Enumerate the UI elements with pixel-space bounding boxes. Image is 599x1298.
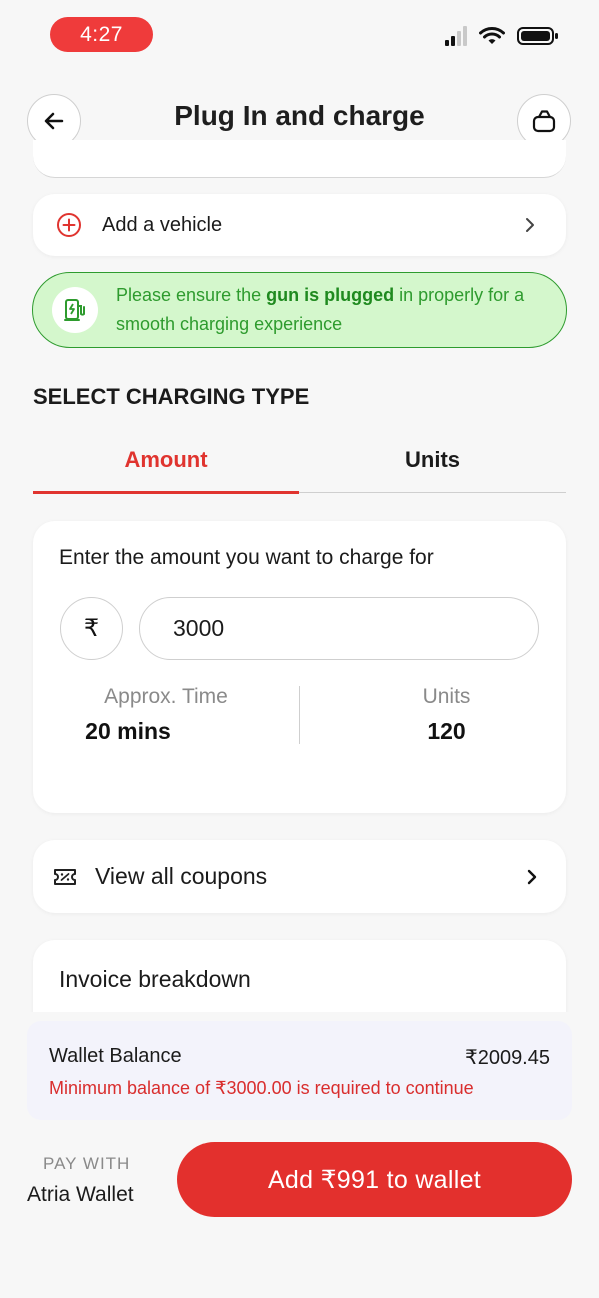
page-title: Plug In and charge — [174, 100, 425, 131]
pay-with-label: PAY WITH — [43, 1154, 131, 1173]
add-vehicle-row[interactable]: Add a vehicle — [33, 194, 566, 256]
chevron-right-icon — [527, 869, 537, 884]
amount-input[interactable] — [139, 597, 539, 660]
tab-active-indicator — [33, 491, 299, 494]
charger-plug-icon — [52, 287, 98, 333]
previous-card-partial — [33, 140, 566, 178]
currency-symbol: ₹ — [60, 597, 123, 660]
amount-prompt: Enter the amount you want to charge for — [59, 546, 434, 569]
plus-circle-icon — [57, 213, 81, 237]
add-vehicle-label: Add a vehicle — [102, 213, 223, 236]
invoice-title: Invoice breakdown — [59, 966, 251, 992]
wallet-balance-label: Wallet Balance — [49, 1045, 182, 1067]
stat-divider — [299, 686, 300, 744]
bag-icon — [532, 110, 556, 133]
plug-in-notice-banner: Please ensure the gun is plugged in prop… — [32, 272, 567, 348]
wallet-balance-box — [27, 1021, 572, 1120]
battery-icon — [517, 27, 558, 45]
units-value: 120 — [427, 718, 466, 744]
wifi-icon — [479, 27, 505, 44]
coupon-icon — [54, 868, 76, 885]
add-to-wallet-button[interactable]: Add ₹991 to wallet — [177, 1142, 572, 1217]
units-label: Units — [422, 685, 471, 708]
chevron-right-icon — [526, 218, 534, 232]
charging-type-title: SELECT CHARGING TYPE — [33, 384, 310, 409]
cellular-signal-icon — [445, 26, 467, 46]
approx-time-label: Approx. Time — [104, 685, 228, 708]
status-icons — [445, 26, 559, 46]
tab-units[interactable]: Units — [299, 447, 566, 473]
plug-in-notice-text: Please ensure the gun is plugged in prop… — [116, 285, 525, 334]
minimum-balance-warning: Minimum balance of ₹3000.00 is required … — [49, 1078, 474, 1098]
tab-amount[interactable]: Amount — [33, 447, 299, 473]
view-coupons-row[interactable]: View all coupons — [33, 840, 566, 913]
status-time: 4:27 — [50, 17, 153, 52]
wallet-balance-value: ₹2009.45 — [464, 1047, 550, 1069]
approx-time-value: 20 mins — [85, 718, 171, 744]
payment-method[interactable]: Atria Wallet — [27, 1183, 134, 1207]
view-coupons-label: View all coupons — [95, 863, 268, 889]
